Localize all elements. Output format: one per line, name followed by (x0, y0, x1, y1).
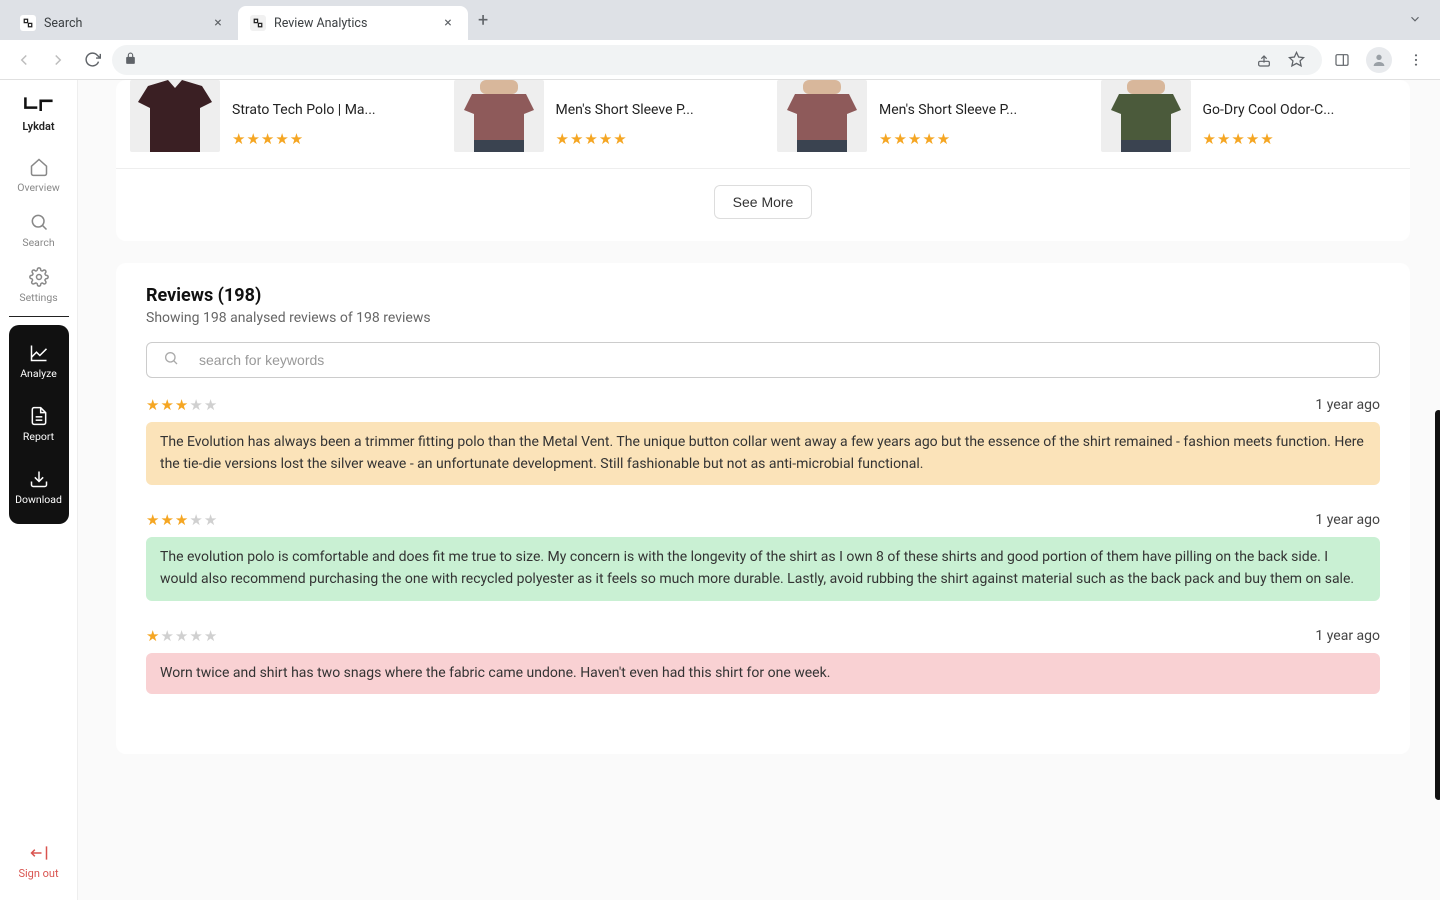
address-bar[interactable] (112, 45, 1322, 75)
reload-button[interactable] (78, 46, 106, 74)
forward-button[interactable] (44, 46, 72, 74)
new-tab-button[interactable]: + (468, 10, 498, 31)
sidebar-divider (9, 316, 69, 317)
sidebar-item-label: Analyze (20, 367, 57, 380)
product-card[interactable]: Men's Short Sleeve P... ★★★★★ (763, 80, 1087, 152)
review-date: 1 year ago (1315, 628, 1380, 644)
review-item: ★★★★★ 1 year ago The Evolution has always … (146, 396, 1380, 485)
review-rating: ★★★★★ (146, 511, 218, 529)
sidebar-item-label: Search (22, 236, 54, 249)
tabs-dropdown-icon[interactable] (1398, 11, 1432, 30)
reviews-heading: Reviews (198) (146, 285, 1380, 306)
product-rating: ★★★★★ (556, 130, 694, 148)
sign-out-label: Sign out (18, 867, 58, 880)
sidebar-item-report[interactable]: Report (9, 398, 69, 451)
bookmark-icon[interactable] (1282, 46, 1310, 74)
product-image (454, 80, 544, 152)
products-card: Strato Tech Polo | Ma...★★★★★Men's Short… (116, 80, 1410, 241)
review-text: The evolution polo is comfortable and do… (146, 537, 1380, 600)
sidebar-item-download[interactable]: Download (9, 461, 69, 514)
browser-tab[interactable]: Review Analytics × (238, 6, 468, 40)
browser-tab[interactable]: Search × (8, 6, 238, 40)
app-sidebar: Lykdat Overview Search Settings Analyze (0, 80, 78, 900)
sidebar-item-label: Settings (19, 291, 57, 304)
product-title: Men's Short Sleeve P... (879, 102, 1017, 118)
product-image (777, 80, 867, 152)
product-rating: ★★★★★ (1203, 130, 1335, 148)
sidebar-item-label: Download (15, 493, 62, 506)
tab-favicon (20, 15, 36, 31)
review-rating: ★★★★★ (146, 396, 218, 414)
reviews-search-input[interactable] (199, 352, 1363, 368)
product-title: Strato Tech Polo | Ma... (232, 102, 376, 118)
product-title: Go-Dry Cool Odor-C... (1203, 102, 1335, 118)
product-card[interactable]: Men's Short Sleeve P... ★★★★★ (440, 80, 764, 152)
side-panel-icon[interactable] (1328, 46, 1356, 74)
sidebar-item-label: Overview (17, 181, 60, 194)
sidebar-item-search[interactable]: Search (9, 204, 69, 257)
sidebar-item-label: Report (23, 430, 54, 443)
review-item: ★★★★★ 1 year ago Worn twice and shirt has … (146, 627, 1380, 695)
product-rating: ★★★★★ (232, 130, 376, 148)
product-card[interactable]: Go-Dry Cool Odor-C... ★★★★★ (1087, 80, 1411, 152)
product-title: Men's Short Sleeve P... (556, 102, 694, 118)
browser-toolbar (0, 40, 1440, 80)
review-item: ★★★★★ 1 year ago The evolution polo is com… (146, 511, 1380, 600)
product-card[interactable]: Strato Tech Polo | Ma... ★★★★★ (116, 80, 440, 152)
product-rating: ★★★★★ (879, 130, 1017, 148)
scrollbar-thumb[interactable] (1435, 410, 1440, 800)
brand-logo: Lykdat (22, 94, 56, 133)
review-date: 1 year ago (1315, 512, 1380, 528)
sidebar-item-settings[interactable]: Settings (9, 259, 69, 312)
tab-title: Review Analytics (274, 16, 367, 31)
review-text: Worn twice and shirt has two snags where… (146, 653, 1380, 695)
reviews-card: Reviews (198) Showing 198 analysed revie… (116, 263, 1410, 754)
product-image (1101, 80, 1191, 152)
sidebar-item-overview[interactable]: Overview (9, 149, 69, 202)
tab-title: Search (44, 16, 82, 31)
close-icon[interactable]: × (210, 15, 226, 31)
review-rating: ★★★★★ (146, 627, 218, 645)
close-icon[interactable]: × (440, 15, 456, 31)
back-button[interactable] (10, 46, 38, 74)
browser-tab-strip: Search × Review Analytics × + (0, 0, 1440, 40)
profile-avatar[interactable] (1366, 47, 1392, 73)
product-image (130, 80, 220, 152)
sidebar-item-analyze[interactable]: Analyze (9, 335, 69, 388)
sign-out-button[interactable]: Sign out (18, 843, 58, 880)
reviews-search[interactable] (146, 342, 1380, 378)
kebab-menu-icon[interactable] (1402, 46, 1430, 74)
share-icon[interactable] (1250, 46, 1278, 74)
lock-icon (124, 52, 137, 68)
search-icon (163, 350, 179, 370)
tab-favicon (250, 15, 266, 31)
brand-name: Lykdat (22, 120, 56, 133)
review-date: 1 year ago (1315, 397, 1380, 413)
review-text: The Evolution has always been a trimmer … (146, 422, 1380, 485)
reviews-subheading: Showing 198 analysed reviews of 198 revi… (146, 310, 1380, 326)
see-more-button[interactable]: See More (714, 185, 813, 219)
